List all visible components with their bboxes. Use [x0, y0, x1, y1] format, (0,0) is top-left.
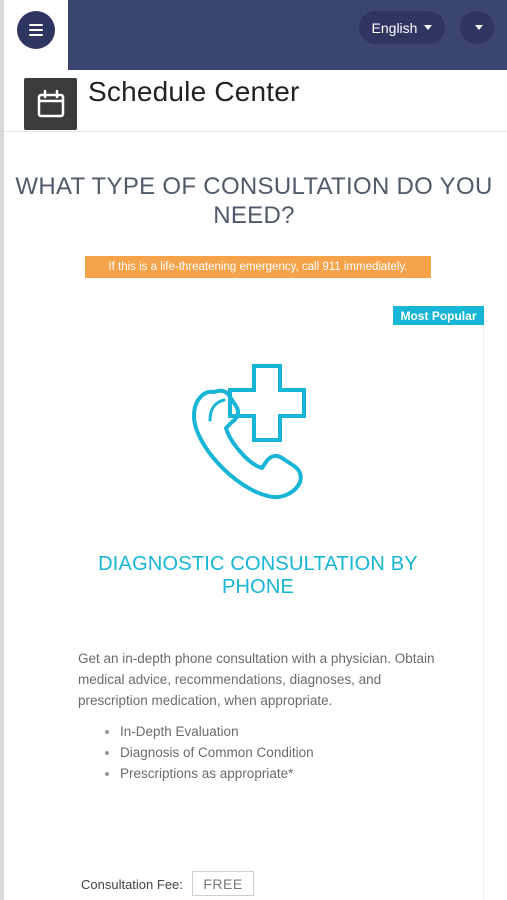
- consultation-description: Get an in-depth phone consultation with …: [78, 651, 435, 708]
- caret-down-icon: [424, 25, 433, 30]
- language-label: English: [371, 19, 418, 36]
- fee-value: FREE: [192, 871, 254, 896]
- feature-item: Prescriptions as appropriate*: [105, 763, 314, 784]
- phone-plus-icon: [192, 364, 306, 499]
- fee-label: Consultation Fee:: [81, 877, 183, 892]
- chevron-down-icon: [474, 25, 483, 30]
- emergency-alert: If this is a life-threatening emergency,…: [85, 256, 431, 278]
- feature-item: Diagnosis of Common Condition: [105, 742, 314, 763]
- consultation-title: DIAGNOSTIC CONSULTATION BY PHONE: [98, 553, 418, 598]
- menu-button[interactable]: [17, 11, 55, 49]
- account-dropdown-button[interactable]: [460, 11, 494, 44]
- consultation-type-heading: WHAT TYPE OF CONSULTATION DO YOU NEED?: [15, 173, 493, 229]
- page-header: Schedule Center: [4, 70, 507, 132]
- language-selector[interactable]: English: [359, 11, 445, 44]
- feature-list: In-Depth Evaluation Diagnosis of Common …: [105, 721, 314, 784]
- feature-item: In-Depth Evaluation: [105, 721, 314, 742]
- hamburger-icon: [29, 24, 43, 36]
- most-popular-badge: Most Popular: [393, 306, 484, 325]
- page-title: Schedule Center: [88, 76, 300, 107]
- window-edge: [0, 0, 4, 900]
- calendar-icon: [24, 78, 77, 130]
